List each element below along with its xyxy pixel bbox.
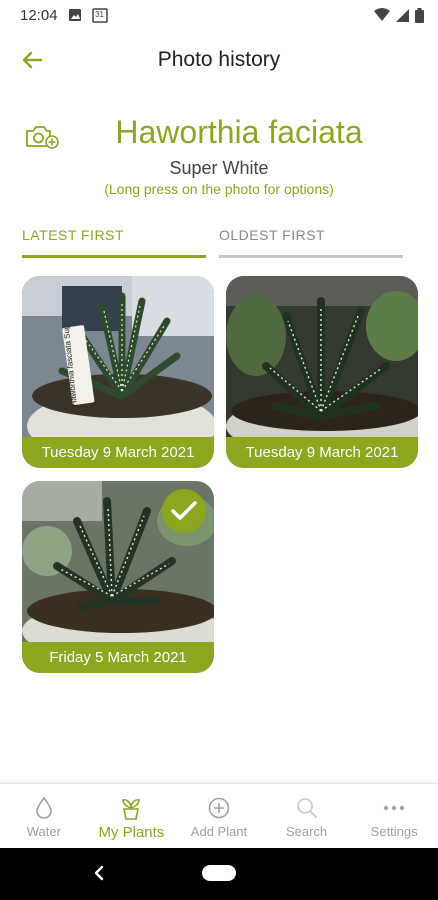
status-bar: 12:04 31	[0, 0, 438, 30]
photo-date: Friday 5 March 2021	[22, 642, 214, 673]
nav-label-settings: Settings	[370, 824, 418, 839]
app-bar: Photo history	[0, 34, 438, 86]
photo-date: Tuesday 9 March 2021	[22, 437, 214, 468]
calendar-notification-icon: 31	[91, 7, 108, 23]
chevron-left-icon	[94, 865, 104, 881]
tab-latest-first[interactable]: LATEST FIRST	[22, 222, 206, 258]
plant-pot-icon	[120, 796, 142, 820]
plant-photo	[226, 276, 418, 438]
plant-photo	[22, 276, 214, 438]
search-icon	[296, 796, 318, 820]
nav-item-search[interactable]: Search	[263, 784, 351, 848]
plant-variety: Super White	[169, 158, 269, 178]
plant-header: Haworthia faciata Super White (Long pres…	[0, 110, 438, 205]
calendar-day: 31	[95, 10, 104, 19]
gallery-notification-icon	[68, 8, 82, 22]
nav-item-settings[interactable]: Settings	[350, 784, 438, 848]
plant-name-text: Haworthia faciata	[115, 114, 363, 150]
battery-icon	[415, 7, 424, 23]
water-drop-icon	[35, 796, 53, 820]
system-home-button[interactable]	[202, 865, 236, 881]
arrow-left-icon	[22, 51, 42, 69]
photo-date: Tuesday 9 March 2021	[226, 437, 418, 468]
bottom-navigation: Water My Plants Add Plant Search Setting…	[0, 783, 438, 848]
nav-label-add-plant: Add Plant	[190, 824, 248, 839]
page-title: Photo history	[157, 48, 281, 71]
nav-label-my-plants: My Plants	[98, 824, 165, 841]
tab-oldest-first[interactable]: OLDEST FIRST	[219, 222, 403, 258]
nav-item-water[interactable]: Water	[0, 784, 88, 848]
photo-card[interactable]: Haworthia fasciata Super White Tuesday 9…	[22, 276, 214, 468]
more-dots-icon	[383, 796, 405, 820]
photo-card[interactable]: Tuesday 9 March 2021	[226, 276, 418, 468]
nav-item-add-plant[interactable]: Add Plant	[175, 784, 263, 848]
add-circle-icon	[208, 796, 230, 820]
back-button[interactable]	[14, 42, 50, 78]
cell-signal-icon	[396, 8, 409, 22]
nav-label-water: Water	[26, 824, 61, 839]
system-back-button[interactable]	[88, 862, 110, 884]
system-navigation-bar	[0, 848, 438, 900]
photo-card[interactable]: Friday 5 March 2021	[22, 481, 214, 673]
photo-options-hint: (Long press on the photo for options)	[104, 181, 334, 197]
selected-check-icon	[162, 489, 206, 533]
nav-item-my-plants[interactable]: My Plants	[88, 784, 176, 848]
sort-tabs: LATEST FIRST OLDEST FIRST	[22, 222, 404, 258]
wifi-icon	[374, 8, 390, 22]
plant-name: Haworthia faciata	[0, 114, 438, 151]
status-time: 12:04	[20, 6, 58, 24]
nav-label-search: Search	[285, 824, 328, 839]
